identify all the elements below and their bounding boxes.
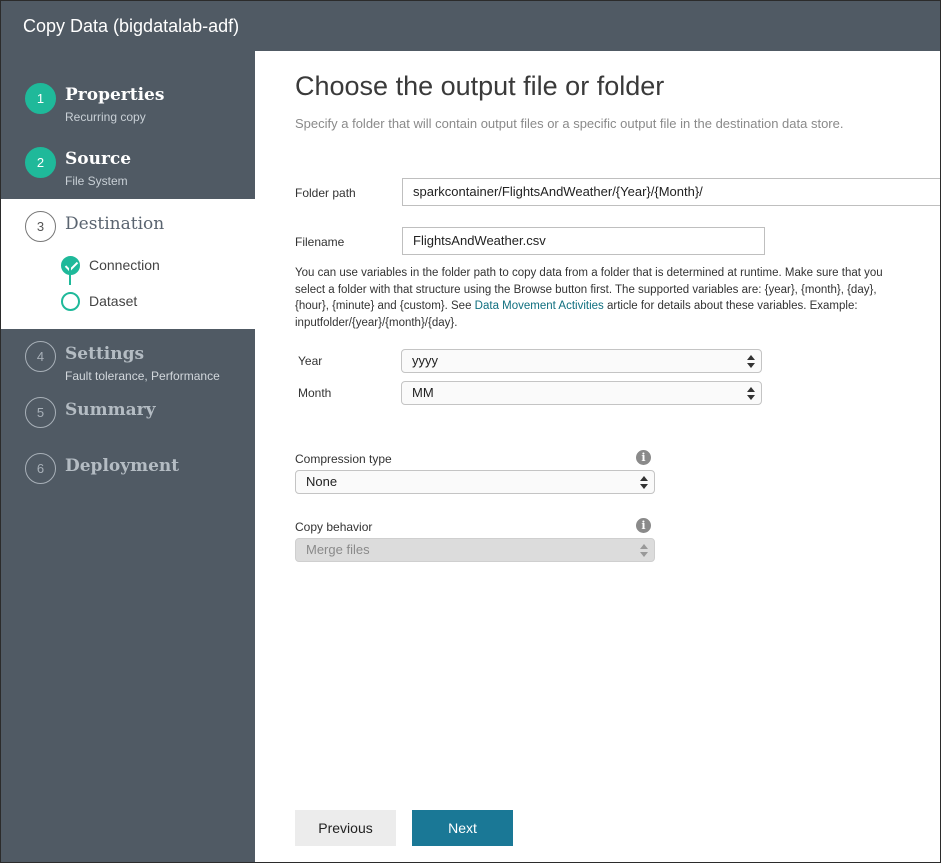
step-subtitle: File System — [65, 174, 128, 188]
window-title: Copy Data (bigdatalab-adf) — [1, 1, 940, 51]
step-destination-panel: 3 Destination Connection Dataset — [1, 199, 255, 329]
step-title: Summary — [65, 400, 156, 420]
wizard-steps-sidebar: 1 Properties Recurring copy 2 Source Fil… — [1, 51, 255, 862]
step-title: Deployment — [65, 456, 180, 476]
substep-label: Dataset — [89, 293, 138, 309]
select-arrows-icon — [747, 385, 755, 401]
step-number-badge: 5 — [25, 397, 56, 428]
step-subtitle: Fault tolerance, Performance — [65, 369, 220, 383]
step-number-badge: 1 — [25, 83, 56, 114]
compression-type-select[interactable]: None — [295, 470, 655, 494]
copy-behavior-select: Merge files — [295, 538, 655, 562]
step-title: Destination — [65, 214, 165, 234]
step-number-badge: 6 — [25, 453, 56, 484]
destination-dataset-form: Choose the output file or folder Specify… — [255, 51, 940, 862]
compression-type-label: Compression type — [295, 452, 392, 466]
month-format-select[interactable]: MM — [401, 381, 762, 405]
year-format-value: yyyy — [412, 353, 438, 368]
substep-dataset[interactable]: Dataset — [61, 292, 211, 312]
month-format-value: MM — [412, 385, 434, 400]
data-movement-activities-link[interactable]: Data Movement Activities — [475, 300, 604, 312]
step-number-badge: 2 — [25, 147, 56, 178]
copy-data-wizard-window: Copy Data (bigdatalab-adf) 1 Properties … — [0, 0, 941, 863]
next-button[interactable]: Next — [412, 810, 513, 846]
page-description: Specify a folder that will contain outpu… — [295, 116, 844, 131]
step-title: Settings — [65, 344, 145, 364]
substep-connector — [69, 267, 71, 285]
substep-label: Connection — [89, 257, 160, 273]
variables-help-text: You can use variables in the folder path… — [295, 265, 895, 331]
step-number-badge: 3 — [25, 211, 56, 242]
folder-path-input[interactable]: sparkcontainer/FlightsAndWeather/{Year}/… — [402, 178, 940, 206]
step-title: Source — [65, 149, 132, 169]
substep-connection[interactable]: Connection — [61, 256, 211, 276]
compression-type-value: None — [306, 474, 338, 489]
copy-behavior-value: Merge files — [306, 542, 370, 557]
copy-behavior-label: Copy behavior — [295, 520, 373, 534]
folder-path-label: Folder path — [295, 186, 356, 200]
select-arrows-icon — [747, 353, 755, 369]
year-label: Year — [298, 354, 323, 368]
select-arrows-icon — [640, 542, 648, 558]
step-subtitle: Recurring copy — [65, 110, 146, 124]
page-title: Choose the output file or folder — [295, 71, 665, 101]
month-label: Month — [298, 386, 332, 400]
step-number-badge: 4 — [25, 341, 56, 372]
year-format-select[interactable]: yyyy — [401, 349, 762, 373]
filename-label: Filename — [295, 235, 345, 249]
info-icon[interactable]: i — [636, 518, 651, 533]
filename-input[interactable]: FlightsAndWeather.csv — [402, 227, 765, 255]
step-title: Properties — [65, 85, 165, 105]
previous-button[interactable]: Previous — [295, 810, 396, 846]
info-icon[interactable]: i — [636, 450, 651, 465]
select-arrows-icon — [640, 474, 648, 490]
current-step-indicator — [61, 292, 80, 311]
